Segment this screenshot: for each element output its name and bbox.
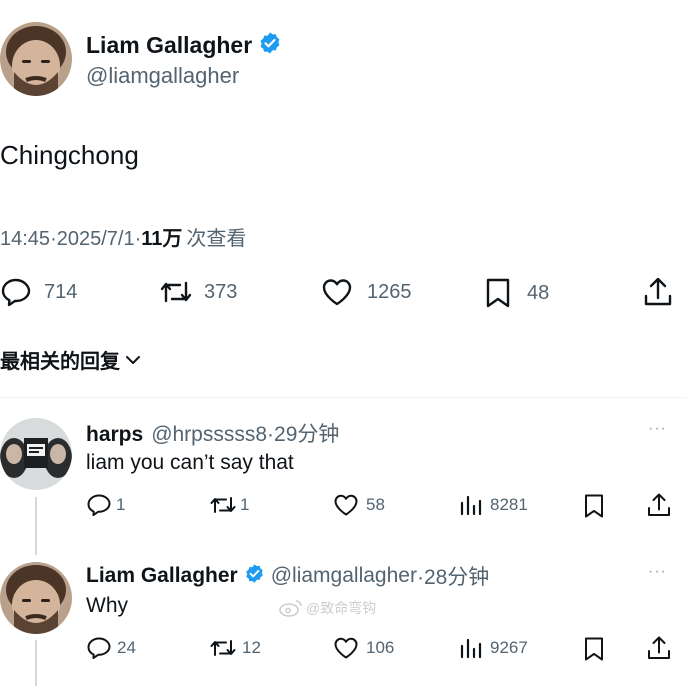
views-label[interactable]: 次查看	[186, 228, 246, 250]
retweet-count: 12	[242, 638, 261, 657]
chevron-down-icon	[126, 355, 140, 364]
weibo-logo-icon	[279, 600, 302, 617]
reply-share-button[interactable]	[646, 492, 672, 518]
reply-reply-button[interactable]: 24	[86, 636, 136, 660]
reply-author-name[interactable]: harps	[86, 423, 143, 447]
like-button[interactable]: 1265	[321, 277, 412, 307]
reply-text: Why	[86, 594, 128, 617]
retweet-count: 1	[240, 495, 250, 514]
bookmark-button[interactable]: 48	[485, 277, 549, 309]
avatar-image	[0, 22, 72, 96]
more-options-icon[interactable]: ···	[648, 563, 667, 581]
bookmark-icon	[585, 637, 603, 661]
reply-bookmark-button[interactable]	[583, 636, 605, 662]
share-icon	[648, 636, 670, 659]
watermark: @致命弯钩	[278, 598, 376, 618]
main-author-avatar[interactable]	[0, 22, 72, 96]
reply-like-button[interactable]: 106	[333, 636, 394, 660]
reply-text: liam you can’t say that	[86, 451, 294, 474]
reply-author-avatar[interactable]	[0, 418, 72, 490]
reply-author-name[interactable]: Liam Gallagher	[86, 564, 238, 588]
avatar-image	[0, 562, 72, 634]
reply-count: 714	[44, 280, 78, 303]
reply-views-button[interactable]: 9267	[459, 636, 528, 660]
main-author-handle[interactable]: @liamgallagher	[86, 63, 239, 89]
heart-icon	[322, 279, 352, 306]
reply-share-button[interactable]	[646, 635, 672, 661]
bookmark-count: 48	[527, 281, 550, 304]
reply-retweet-button[interactable]: 12	[208, 636, 261, 660]
like-count: 1265	[367, 280, 412, 303]
like-count: 58	[366, 495, 385, 514]
reply-time[interactable]: ·28分钟	[417, 561, 489, 591]
more-options-icon[interactable]: ···	[648, 420, 667, 438]
like-count: 106	[366, 638, 395, 657]
reply-time[interactable]: ·29分钟	[267, 418, 339, 448]
verified-badge-icon	[258, 31, 282, 60]
reply-icon	[1, 278, 31, 307]
retweet-button[interactable]: 373	[158, 277, 237, 307]
reply-icon	[87, 637, 111, 659]
thread-line	[35, 497, 37, 555]
bookmark-icon	[585, 494, 603, 518]
reply-count: 1	[116, 495, 126, 514]
reply-author-handle[interactable]: @hrpsssss8	[151, 423, 267, 447]
reply-like-button[interactable]: 58	[333, 493, 385, 517]
reply-views-button[interactable]: 8281	[459, 493, 528, 517]
views-count[interactable]: 11万	[141, 228, 182, 250]
reply-button[interactable]: 714	[0, 277, 77, 307]
main-tweet-meta: 14:45·2025/7/1·11万 次查看	[0, 222, 246, 251]
share-button[interactable]	[642, 276, 674, 308]
heart-icon	[334, 637, 358, 659]
reply-author-handle[interactable]: @liamgallagher	[271, 564, 417, 588]
replies-sort-label: 最相关的回复	[0, 351, 120, 373]
retweet-icon	[210, 640, 236, 656]
reply-reply-button[interactable]: 1	[86, 493, 125, 517]
reply-count: 24	[117, 638, 136, 657]
share-icon	[644, 277, 672, 306]
views-count: 9267	[490, 638, 528, 657]
views-count: 8281	[490, 495, 528, 514]
analytics-icon	[460, 638, 482, 659]
replies-sort-dropdown[interactable]: 最相关的回复	[0, 345, 143, 374]
analytics-icon	[460, 495, 482, 516]
share-icon	[648, 493, 670, 516]
avatar-image	[0, 418, 72, 490]
reply-bookmark-button[interactable]	[583, 493, 605, 519]
retweet-count: 373	[204, 280, 238, 303]
divider	[0, 397, 686, 398]
retweet-icon	[160, 281, 192, 303]
meta-separator: ·	[50, 228, 57, 250]
main-author-name[interactable]: Liam Gallagher	[86, 32, 252, 59]
tweet-date[interactable]: 2025/7/1	[57, 228, 135, 250]
reply-retweet-button[interactable]: 1	[208, 493, 249, 517]
heart-icon	[334, 494, 358, 516]
watermark-text: @致命弯钩	[306, 600, 377, 616]
thread-line	[35, 640, 37, 686]
bookmark-icon	[486, 278, 510, 308]
retweet-icon	[210, 497, 236, 513]
verified-badge-icon	[244, 563, 265, 589]
tweet-time[interactable]: 14:45	[0, 228, 50, 250]
reply-author-avatar[interactable]	[0, 562, 72, 634]
main-tweet-text: Chingchong	[0, 140, 139, 170]
reply-icon	[87, 494, 111, 516]
